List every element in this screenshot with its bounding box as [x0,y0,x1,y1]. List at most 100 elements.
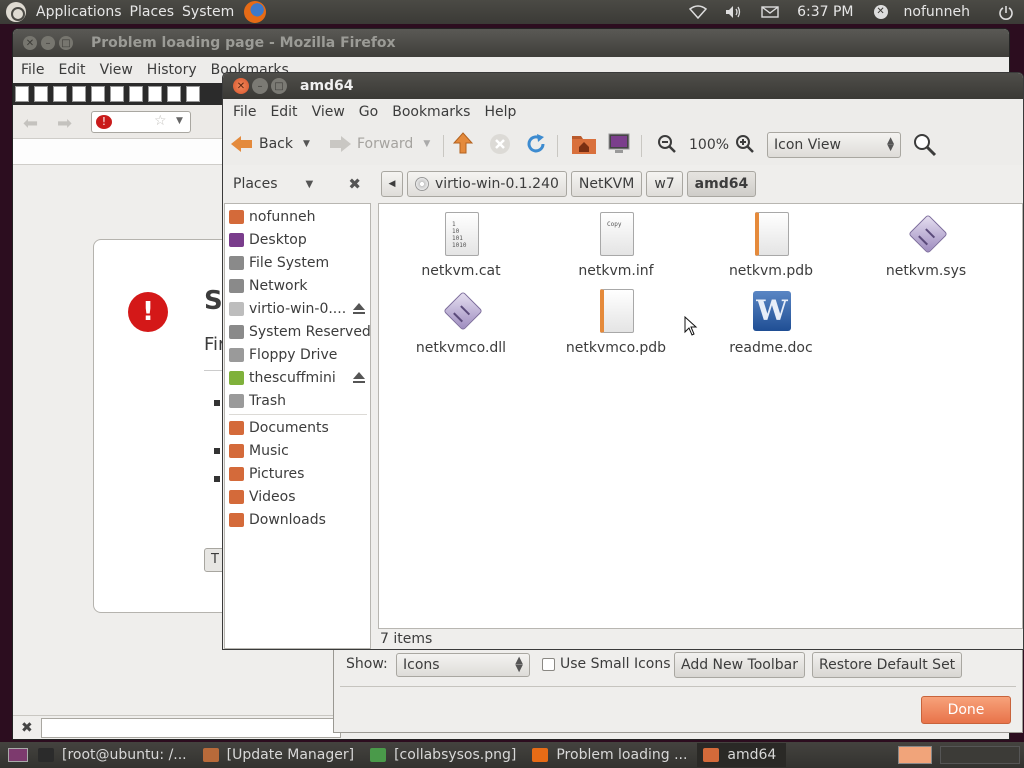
file-item[interactable]: 1 10 101 1010 netkvm.cat [396,212,526,279]
small-icons-checkbox[interactable] [542,657,555,671]
tab-placeholder[interactable] [91,86,105,102]
ff-bookmark-star-icon[interactable]: ☆ [154,113,167,129]
firefox-titlebar[interactable]: ✕ – □ Problem loading page - Mozilla Fir… [13,29,1009,57]
add-new-toolbar-button[interactable]: Add New Toolbar [674,652,805,678]
tab-placeholder[interactable] [167,86,181,102]
eject-icon[interactable] [353,302,365,315]
menu-edit[interactable]: Edit [270,104,297,120]
restore-default-set-button[interactable]: Restore Default Set [812,652,963,678]
applications-menu[interactable]: Applications [32,4,126,20]
ff-menu-view[interactable]: View [100,62,133,78]
system-menu[interactable]: System [178,4,238,20]
ubuntu-logo-icon[interactable] [6,2,26,22]
find-input[interactable] [41,718,341,738]
view-mode-combo[interactable]: Icon View ▲ ▼ [767,132,901,158]
home-folder-icon[interactable] [571,133,597,155]
mail-icon[interactable] [761,5,779,19]
ff-menu-edit[interactable]: Edit [58,62,85,78]
zoom-out-icon[interactable] [657,134,677,154]
places-menu[interactable]: Places [126,4,179,20]
show-combo[interactable]: Icons ▲ ▼ [396,653,530,677]
taskbar-button[interactable]: Problem loading ... [526,743,697,767]
firefox-launcher-icon[interactable] [244,1,267,23]
path-crumb-netkvm[interactable]: NetKVM [570,171,643,197]
wifi-icon[interactable] [688,5,708,20]
sidebar-item-network[interactable]: Network [225,274,371,297]
ff-url-dropdown-icon[interactable]: ▼ [176,116,183,126]
side-pane-dropdown-icon[interactable]: ▼ [306,179,314,190]
icon-view[interactable]: 1 10 101 1010 netkvm.cat Copy netkvm.inf netkvm… [378,203,1023,629]
sidebar-item-nofunneh[interactable]: nofunneh [225,205,371,228]
ff-menu-history[interactable]: History [147,62,197,78]
ff-forward-icon[interactable]: ➡ [57,113,72,134]
tab-placeholder[interactable] [110,86,124,102]
tab-placeholder[interactable] [186,86,200,102]
reload-icon[interactable] [525,133,547,155]
menu-help[interactable]: Help [484,104,516,120]
side-pane-selector[interactable]: Places [233,176,278,192]
sidebar-item-pictures[interactable]: Pictures [225,462,371,485]
minimize-window-button[interactable]: – [252,78,268,94]
maximize-window-button[interactable]: □ [271,78,287,94]
firefox-maximize-button[interactable]: □ [59,36,73,50]
sidebar-item-system-reserved[interactable]: System Reserved [225,320,371,343]
close-side-pane-icon[interactable]: ✖ [348,175,361,193]
menu-go[interactable]: Go [359,104,378,120]
find-bar-close-icon[interactable]: ✖ [21,720,33,736]
sidebar-item-trash[interactable]: Trash [225,389,371,412]
file-item[interactable]: netkvmco.dll [396,289,526,356]
file-item[interactable]: Copy netkvm.inf [551,212,681,279]
menu-bookmarks[interactable]: Bookmarks [392,104,470,120]
back-history-dropdown-icon[interactable]: ▼ [303,139,310,149]
path-crumb-w7[interactable]: w7 [646,171,683,197]
sidebar-item-virtio-win-0[interactable]: virtio-win-0.... [225,297,371,320]
sidebar-item-thescuffmini[interactable]: thescuffmini [225,366,371,389]
forward-button[interactable]: Forward ▼ [329,135,430,153]
tab-placeholder[interactable] [15,86,29,102]
tab-placeholder[interactable] [53,86,67,102]
search-icon[interactable] [913,133,937,157]
workspace-switcher[interactable] [940,746,1020,764]
power-icon[interactable] [998,5,1014,20]
nautilus-titlebar[interactable]: ✕ – □ amd64 [223,73,1023,99]
eject-icon[interactable] [353,371,365,384]
stop-icon[interactable] [489,133,511,155]
path-scroll-left-button[interactable]: ◀ [381,171,403,197]
user-menu[interactable]: ✕ nofunneh [864,4,980,20]
taskbar-button[interactable]: [Update Manager] [197,743,364,767]
file-item[interactable]: netkvm.pdb [706,212,836,279]
close-window-button[interactable]: ✕ [233,78,249,94]
workspace-switcher-active[interactable] [898,746,932,764]
sidebar-item-videos[interactable]: Videos [225,485,371,508]
back-button[interactable]: Back ▼ [231,135,310,153]
done-button[interactable]: Done [921,696,1011,724]
up-arrow-icon[interactable] [453,132,473,154]
file-item[interactable]: netkvmco.pdb [551,289,681,356]
sidebar-item-desktop[interactable]: Desktop [225,228,371,251]
ff-back-icon[interactable]: ⬅ [23,113,38,134]
menu-view[interactable]: View [312,104,345,120]
sidebar-item-music[interactable]: Music [225,439,371,462]
menu-file[interactable]: File [233,104,256,120]
zoom-in-icon[interactable] [735,134,755,154]
computer-icon[interactable] [607,132,631,156]
taskbar-button[interactable]: amd64 [697,743,787,767]
tab-placeholder[interactable] [148,86,162,102]
sidebar-item-floppy-drive[interactable]: Floppy Drive [225,343,371,366]
volume-icon[interactable] [725,5,741,19]
clock[interactable]: 6:37 PM [797,4,853,20]
sidebar-item-file-system[interactable]: File System [225,251,371,274]
show-desktop-icon[interactable] [8,748,28,762]
forward-history-dropdown-icon[interactable]: ▼ [423,139,430,149]
file-item[interactable]: Wreadme.doc [706,289,836,356]
ff-url-bar[interactable]: ! ☆ ▼ [91,111,191,133]
tab-placeholder[interactable] [34,86,48,102]
firefox-close-button[interactable]: ✕ [23,36,37,50]
path-crumb-virtio-win[interactable]: virtio-win-0.1.240 [407,171,567,197]
file-item[interactable]: netkvm.sys [861,212,991,279]
path-crumb-amd64[interactable]: amd64 [686,171,757,197]
tab-placeholder[interactable] [72,86,86,102]
ff-menu-file[interactable]: File [21,62,44,78]
small-icons-option[interactable]: Use Small Icons [542,656,671,672]
sidebar-item-documents[interactable]: Documents [225,416,371,439]
